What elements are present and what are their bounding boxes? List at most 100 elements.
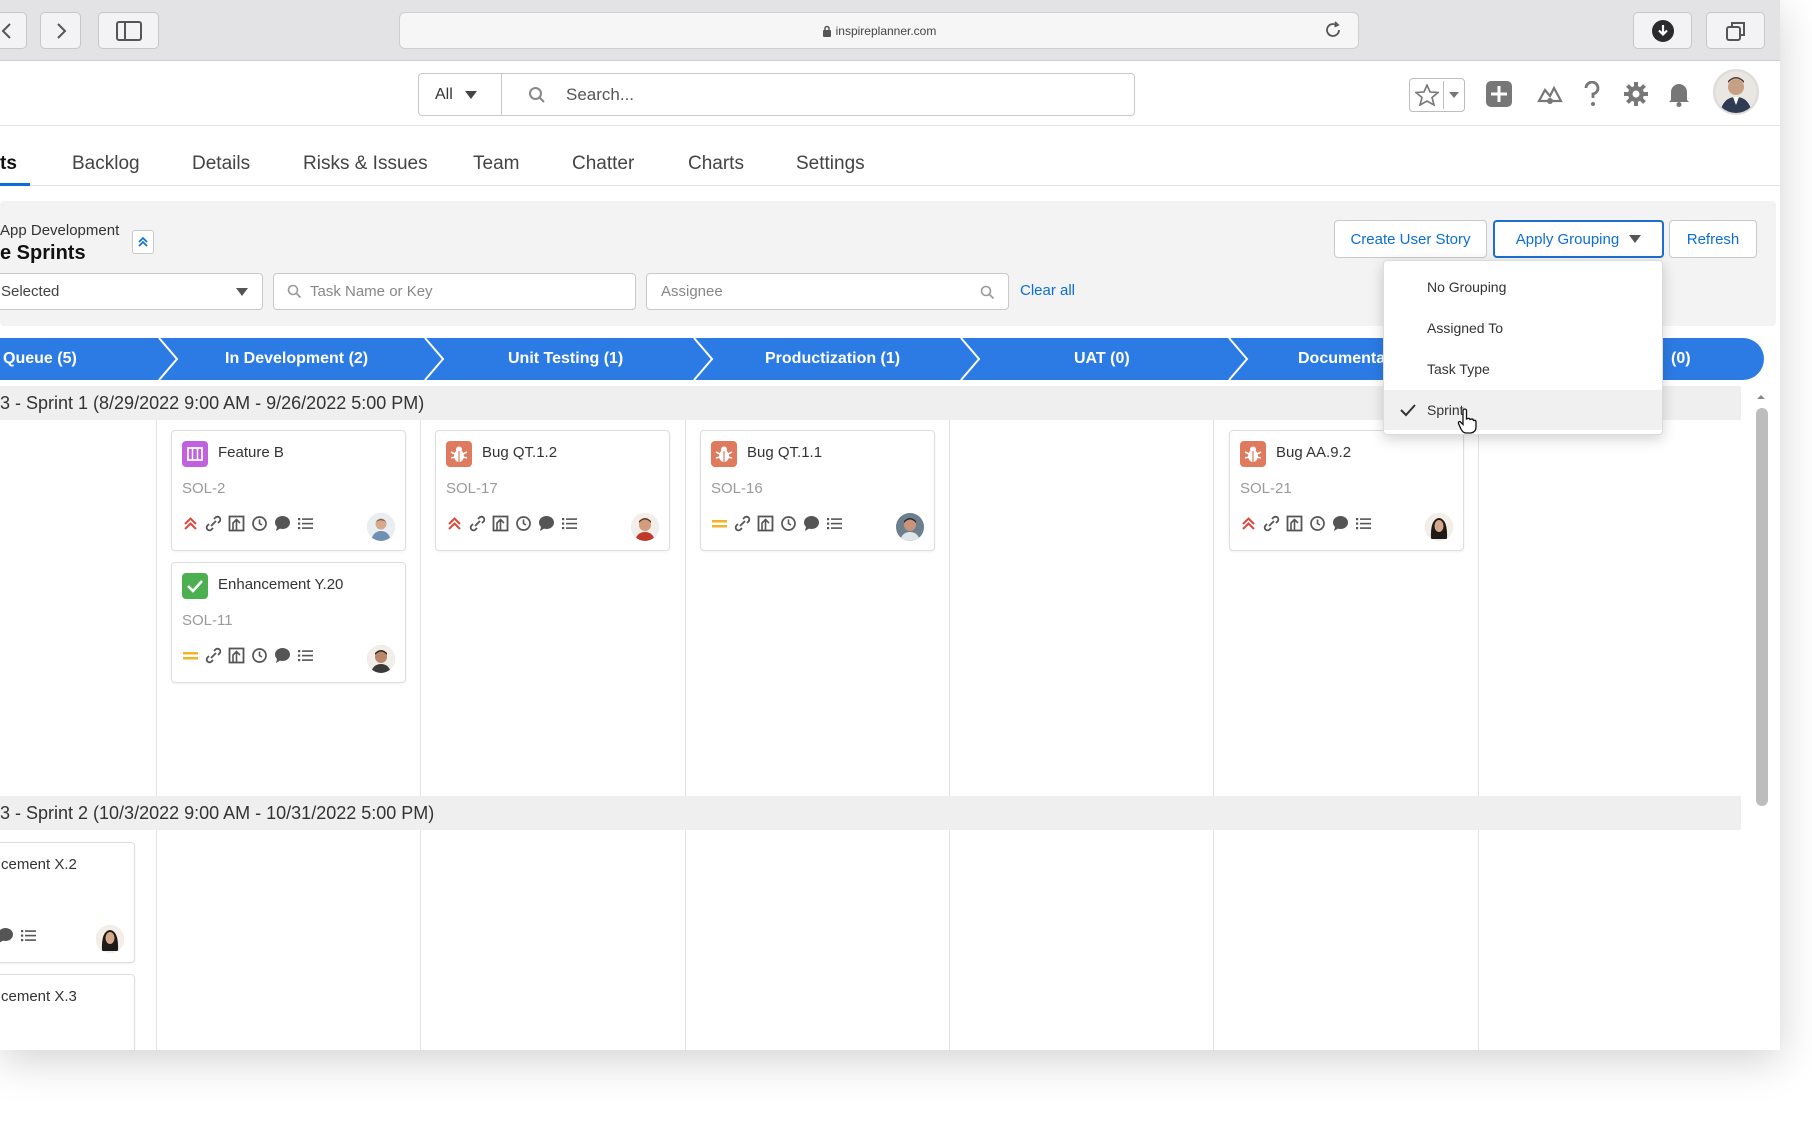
project-tabs: ts Backlog Details Risks & Issues Team C…	[0, 126, 1780, 186]
list-icon	[1356, 518, 1371, 530]
tab-chatter[interactable]: Chatter	[572, 153, 634, 175]
page-title: e Sprints	[0, 242, 86, 264]
column-divider	[420, 830, 421, 1050]
assignee-avatar[interactable]	[1425, 513, 1453, 541]
tab-charts[interactable]: Charts	[688, 153, 744, 175]
link-icon	[205, 515, 222, 532]
scrollbar-thumb[interactable]	[1756, 408, 1768, 806]
priority-high-icon	[448, 517, 461, 530]
gear-icon	[1624, 82, 1648, 106]
tab-team[interactable]: Team	[473, 153, 519, 175]
stage-unit-testing[interactable]: Unit Testing (1)	[508, 338, 623, 380]
board-scrollbar[interactable]	[1752, 390, 1770, 1050]
card-actions	[446, 515, 578, 532]
chevron-separator-icon	[158, 338, 179, 380]
card-key: SOL-11	[182, 612, 233, 629]
priority-high-icon	[184, 517, 197, 530]
create-user-story-button[interactable]: Create User Story	[1334, 220, 1487, 258]
card-title: Feature B	[218, 444, 284, 461]
lock-icon	[822, 25, 831, 37]
card-key: SOL-17	[446, 480, 498, 497]
attachment-icon	[1286, 515, 1303, 532]
task-card[interactable]: Feature B SOL-2	[171, 430, 406, 551]
chevron-separator-icon	[960, 338, 981, 380]
forward-button[interactable]	[40, 12, 81, 49]
task-name-placeholder: Task Name or Key	[310, 283, 433, 300]
stage-documentation[interactable]: Documenta	[1298, 338, 1385, 380]
bug-icon	[446, 441, 472, 467]
stage-productization[interactable]: Productization (1)	[765, 338, 900, 380]
menu-item-assigned-to[interactable]: Assigned To	[1384, 308, 1662, 348]
user-avatar[interactable]	[1713, 69, 1759, 115]
tab-details[interactable]: Details	[192, 153, 250, 175]
clock-icon	[252, 516, 267, 531]
card-actions	[0, 927, 37, 944]
card-title: cement X.3	[1, 988, 77, 1005]
menu-item-task-type[interactable]: Task Type	[1384, 349, 1662, 389]
clock-icon	[516, 516, 531, 531]
assignee-avatar[interactable]	[367, 645, 395, 673]
chevron-separator-icon	[1228, 338, 1249, 380]
star-icon	[1414, 84, 1439, 106]
downloads-button[interactable]	[1633, 12, 1692, 49]
tab-sprints[interactable]: ts	[0, 153, 17, 175]
menu-item-no-grouping[interactable]: No Grouping	[1384, 267, 1662, 307]
list-icon	[298, 518, 313, 530]
stage-in-development[interactable]: In Development (2)	[225, 338, 368, 380]
sidebar-toggle-button[interactable]	[98, 12, 159, 49]
clock-icon	[252, 648, 267, 663]
tabs-overview-button[interactable]	[1706, 12, 1765, 49]
reload-icon[interactable]	[1324, 21, 1342, 44]
column-divider	[1478, 420, 1479, 796]
task-card[interactable]: Bug QT.1.1 SOL-16	[700, 430, 935, 551]
comment-icon	[275, 516, 290, 531]
stage-uat[interactable]: UAT (0)	[1074, 338, 1130, 380]
task-card[interactable]: Enhancement Y.20 SOL-11	[171, 562, 406, 683]
notifications-button[interactable]	[1665, 77, 1693, 111]
tab-settings[interactable]: Settings	[796, 153, 865, 175]
task-card[interactable]: Bug QT.1.2 SOL-17	[435, 430, 670, 551]
task-card[interactable]: cement X.3	[0, 974, 135, 1050]
task-name-search-input[interactable]: Task Name or Key	[273, 273, 636, 310]
refresh-button[interactable]: Refresh	[1669, 220, 1757, 258]
assignee-avatar[interactable]	[896, 513, 924, 541]
trailhead-button[interactable]	[1535, 77, 1565, 111]
card-title: cement X.2	[1, 856, 77, 873]
apply-grouping-label: Apply Grouping	[1515, 230, 1620, 248]
card-actions	[182, 647, 314, 664]
search-icon	[980, 285, 995, 300]
global-search-input[interactable]: Search...	[501, 73, 1135, 116]
setup-button[interactable]	[1622, 77, 1650, 111]
stage-last[interactable]: (0)	[1671, 338, 1691, 380]
menu-item-sprint[interactable]: Sprint	[1384, 390, 1662, 430]
assignee-filter-input[interactable]: Assignee	[646, 273, 1009, 310]
collapse-button[interactable]	[132, 230, 154, 254]
tab-risks-issues[interactable]: Risks & Issues	[303, 153, 428, 175]
task-card[interactable]: Bug AA.9.2 SOL-21	[1229, 430, 1464, 551]
search-placeholder: Search...	[566, 84, 635, 104]
feature-icon	[182, 441, 208, 467]
caret-down-icon	[1448, 92, 1459, 98]
column-divider	[156, 420, 157, 796]
column-divider	[1213, 420, 1214, 796]
favorites-button[interactable]	[1409, 78, 1465, 112]
status-filter-select[interactable]: Selected	[0, 273, 263, 310]
caret-down-icon	[236, 288, 248, 296]
clear-all-link[interactable]: Clear all	[1020, 282, 1075, 299]
comment-icon	[804, 516, 819, 531]
address-bar[interactable]: inspireplanner.com	[399, 12, 1359, 49]
tab-backlog[interactable]: Backlog	[72, 153, 140, 175]
assignee-avatar[interactable]	[631, 513, 659, 541]
assignee-avatar[interactable]	[96, 925, 124, 953]
stage-queue[interactable]: Queue (5)	[3, 338, 77, 380]
help-button[interactable]	[1580, 77, 1604, 111]
apply-grouping-button[interactable]: Apply Grouping	[1493, 220, 1664, 258]
search-scope-dropdown[interactable]: All	[418, 73, 502, 116]
help-icon	[1584, 81, 1600, 106]
back-button[interactable]	[0, 12, 27, 49]
list-icon	[298, 650, 313, 662]
task-card[interactable]: cement X.2	[0, 842, 135, 963]
assignee-avatar[interactable]	[367, 513, 395, 541]
url-text: inspireplanner.com	[835, 23, 937, 38]
new-item-button[interactable]	[1484, 77, 1514, 111]
